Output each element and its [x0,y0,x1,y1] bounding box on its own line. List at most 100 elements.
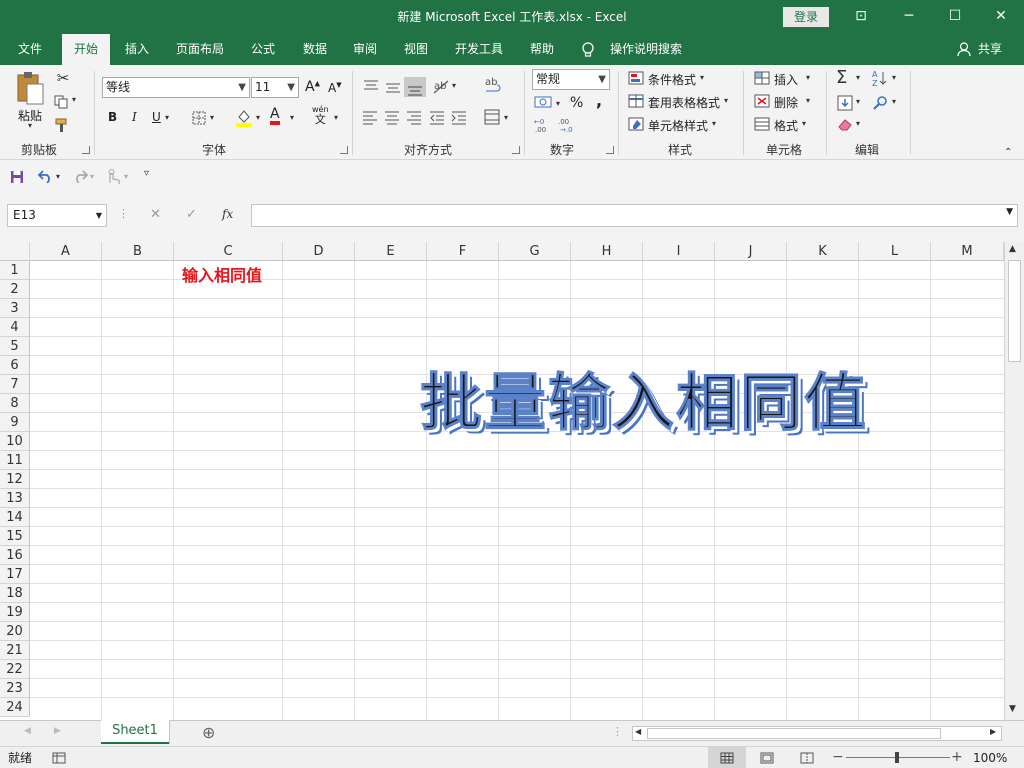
column-header[interactable]: B [102,242,174,261]
column-header[interactable]: M [931,242,1004,261]
row-header[interactable]: 22 [0,660,30,679]
hscroll-thumb[interactable] [647,728,941,739]
scroll-thumb[interactable] [1008,260,1021,362]
column-header[interactable]: K [787,242,859,261]
tab-review[interactable]: 审阅 [346,34,384,65]
expand-formula-icon[interactable]: ▼ [1006,207,1013,217]
row-header[interactable]: 9 [0,413,30,432]
tab-split-handle[interactable]: ⋮ [612,725,623,738]
column-header[interactable]: I [643,242,715,261]
tab-formulas[interactable]: 公式 [244,34,282,65]
page-break-view-icon[interactable] [800,752,814,764]
wrap-text-icon[interactable]: ab [484,75,502,97]
fill-color-icon[interactable] [236,109,252,127]
row-header[interactable]: 5 [0,337,30,356]
chevron-down-icon[interactable]: ▾ [724,96,728,105]
insert-cells-icon[interactable] [754,71,770,85]
copy-icon[interactable] [54,95,70,109]
borders-dropdown-icon[interactable]: ▾ [210,113,214,122]
select-all-corner[interactable] [0,242,30,261]
copy-dropdown-icon[interactable]: ▾ [72,95,76,104]
cut-icon[interactable]: ✂ [54,69,72,87]
tab-insert[interactable]: 插入 [118,34,156,65]
column-header[interactable]: H [571,242,643,261]
merge-center-icon[interactable] [484,109,500,125]
conditional-format-button[interactable]: 条件格式 [648,71,696,88]
underline-button[interactable]: U [152,110,161,124]
row-header[interactable]: 7 [0,375,30,394]
font-color-dropdown-icon[interactable]: ▾ [290,113,294,122]
column-header[interactable]: F [427,242,499,261]
row-header[interactable]: 6 [0,356,30,375]
paste-dropdown-icon[interactable]: ▾ [24,121,36,130]
vertical-scrollbar[interactable]: ▲ ▼ [1004,242,1024,720]
touch-dropdown-icon[interactable]: ▾ [124,172,128,181]
chevron-down-icon[interactable]: ▾ [802,119,806,128]
tell-me-search[interactable]: 操作说明搜索 [604,34,688,65]
alignment-launcher-icon[interactable] [512,146,520,154]
minimize-icon[interactable]: ─ [886,0,932,34]
conditional-format-icon[interactable] [628,71,644,85]
accounting-icon[interactable] [534,95,552,111]
column-header[interactable]: J [715,242,787,261]
undo-icon[interactable] [38,169,54,183]
insert-function-button[interactable]: fx [222,207,233,221]
comma-button[interactable]: , [596,91,602,110]
sort-filter-icon[interactable]: AZ [872,69,890,87]
decimal-icons[interactable]: ←0.00.00→.0 [534,117,578,133]
font-size-combo[interactable]: 11 ▼ [251,77,299,98]
clear-dropdown-icon[interactable]: ▾ [856,119,860,128]
scroll-up-icon[interactable]: ▲ [1009,244,1016,254]
scroll-left-icon[interactable]: ◀ [635,727,641,736]
delete-cells-button[interactable]: 删除 [774,94,798,111]
format-cells-icon[interactable] [754,117,770,131]
delete-cells-icon[interactable] [754,94,770,108]
row-header[interactable]: 12 [0,470,30,489]
normal-view-button[interactable] [708,747,746,768]
find-dropdown-icon[interactable]: ▾ [892,97,896,106]
ribbon-display-options-icon[interactable]: ⊡ [838,0,884,34]
row-header[interactable]: 16 [0,546,30,565]
save-icon[interactable] [10,170,24,184]
row-header[interactable]: 3 [0,299,30,318]
login-button[interactable]: 登录 [783,7,829,27]
row-header[interactable]: 11 [0,451,30,470]
horizontal-scrollbar[interactable]: ◀ ▶ [632,726,1002,741]
clear-icon[interactable] [837,117,853,131]
percent-button[interactable]: % [570,95,583,111]
fill-down-icon[interactable] [837,95,853,111]
row-header[interactable]: 18 [0,584,30,603]
autosum-dropdown-icon[interactable]: ▾ [856,73,860,82]
tab-data[interactable]: 数据 [296,34,334,65]
shrink-font-button[interactable]: A▼ [328,81,342,95]
bold-button[interactable]: B [108,110,117,124]
redo-icon[interactable] [72,169,88,183]
tab-help[interactable]: 帮助 [523,34,561,65]
number-format-combo[interactable]: 常规 ▼ [532,69,610,90]
row-header[interactable]: 8 [0,394,30,413]
row-header[interactable]: 17 [0,565,30,584]
page-layout-view-icon[interactable] [760,752,774,764]
zoom-slider-thumb[interactable] [895,752,899,763]
cancel-entry-icon[interactable]: ✕ [150,207,161,222]
undo-dropdown-icon[interactable]: ▾ [56,172,60,181]
confirm-entry-icon[interactable]: ✓ [186,207,197,222]
row-header[interactable]: 15 [0,527,30,546]
font-name-combo[interactable]: 等线 ▼ [102,77,250,98]
maximize-icon[interactable]: ☐ [932,0,978,34]
row-header[interactable]: 14 [0,508,30,527]
close-icon[interactable]: ✕ [978,0,1024,34]
row-header[interactable]: 19 [0,603,30,622]
scroll-down-icon[interactable]: ▼ [1009,704,1016,714]
collapse-ribbon-icon[interactable]: ⌃ [1004,147,1012,158]
format-as-table-icon[interactable] [628,94,644,108]
fill-color-dropdown-icon[interactable]: ▾ [256,113,260,122]
borders-icon[interactable] [192,111,206,125]
macro-record-icon[interactable] [52,752,66,764]
add-sheet-icon[interactable]: ⊕ [202,723,215,742]
prev-sheet-icon[interactable]: ◀ [24,726,31,736]
row-header[interactable]: 21 [0,641,30,660]
cell-styles-button[interactable]: 单元格样式 [648,117,708,134]
next-sheet-icon[interactable]: ▶ [54,726,61,736]
horizontal-align-icons[interactable] [362,109,472,125]
